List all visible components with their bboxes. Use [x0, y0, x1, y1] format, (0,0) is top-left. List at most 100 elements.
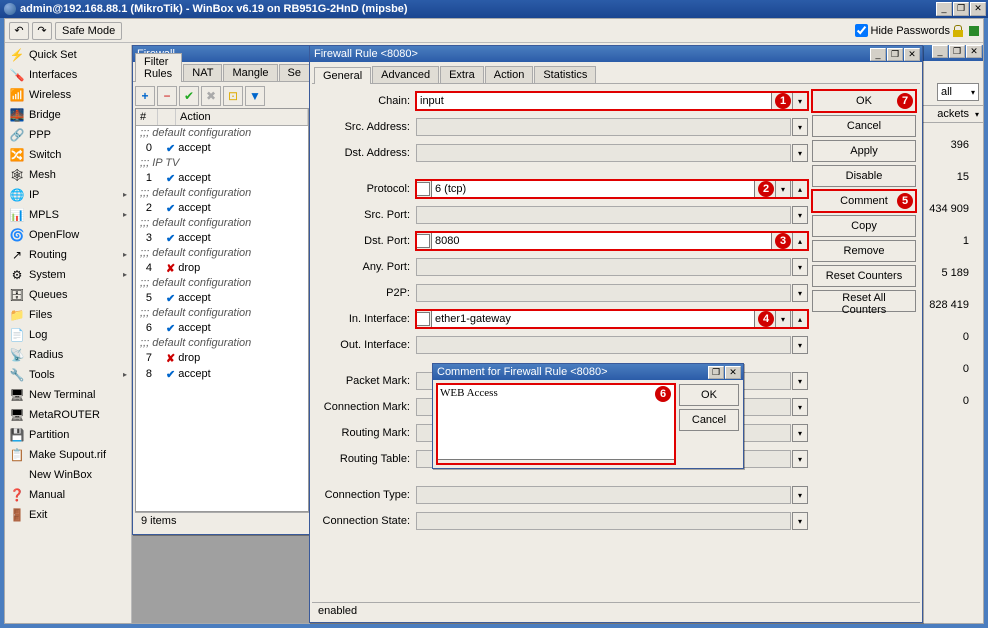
- table-row[interactable]: 8✔ accept: [136, 366, 308, 382]
- enable-button[interactable]: ✔: [179, 86, 199, 106]
- expand-button[interactable]: ▾: [792, 424, 808, 442]
- negate-checkbox[interactable]: [416, 234, 430, 248]
- table-row[interactable]: 6✔ accept: [136, 320, 308, 336]
- nav-item-queues[interactable]: 🗄Queues: [5, 285, 131, 305]
- tab-mangle[interactable]: Mangle: [223, 64, 277, 81]
- filter-button[interactable]: ▼: [245, 86, 265, 106]
- expand-button[interactable]: ▾: [792, 258, 808, 276]
- rule-close-button[interactable]: ✕: [904, 48, 920, 61]
- tab-statistics[interactable]: Statistics: [534, 66, 596, 83]
- bg-minimize-button[interactable]: _: [932, 45, 948, 58]
- safe-mode-button[interactable]: Safe Mode: [55, 22, 122, 40]
- nav-item-switch[interactable]: 🔀Switch: [5, 145, 131, 165]
- collapse-button[interactable]: ▴: [792, 180, 808, 198]
- collapse-button[interactable]: ▴: [792, 310, 808, 328]
- hide-passwords-checkbox[interactable]: [855, 24, 868, 37]
- col-action[interactable]: Action: [176, 109, 308, 125]
- tab-filter-rules[interactable]: Filter Rules: [135, 53, 182, 82]
- add-button[interactable]: +: [135, 86, 155, 106]
- nav-item-new-winbox[interactable]: New WinBox: [5, 465, 131, 485]
- nav-item-bridge[interactable]: 🌉Bridge: [5, 105, 131, 125]
- disable-button[interactable]: ✖: [201, 86, 221, 106]
- comment-textarea[interactable]: [437, 384, 675, 460]
- nav-item-exit[interactable]: 🚪Exit: [5, 505, 131, 525]
- bg-close-button[interactable]: ✕: [966, 45, 982, 58]
- nav-item-tools[interactable]: 🔧Tools▸: [5, 365, 131, 385]
- nav-item-new-terminal[interactable]: 🖥New Terminal: [5, 385, 131, 405]
- nav-item-mpls[interactable]: 📊MPLS▸: [5, 205, 131, 225]
- nav-item-system[interactable]: ⚙System▸: [5, 265, 131, 285]
- chevron-down-icon[interactable]: ▾: [971, 88, 975, 97]
- minimize-button[interactable]: _: [936, 2, 952, 16]
- tab-advanced[interactable]: Advanced: [372, 66, 439, 83]
- nav-item-files[interactable]: 📁Files: [5, 305, 131, 325]
- tab-action[interactable]: Action: [485, 66, 534, 83]
- expand-button[interactable]: ▾: [792, 206, 808, 224]
- nav-item-partition[interactable]: 💾Partition: [5, 425, 131, 445]
- col-blank[interactable]: [158, 109, 176, 125]
- tab-nat[interactable]: NAT: [183, 64, 222, 81]
- comment-cancel-button[interactable]: Cancel: [679, 409, 739, 431]
- collapse-button[interactable]: ▴: [792, 232, 808, 250]
- comment-close-button[interactable]: ✕: [725, 366, 741, 379]
- expand-button[interactable]: ▾: [792, 284, 808, 302]
- table-row[interactable]: 3✔ accept: [136, 230, 308, 246]
- nav-item-quick-set[interactable]: ⚡Quick Set: [5, 45, 131, 65]
- expand-button[interactable]: ▾: [792, 144, 808, 162]
- copy-button[interactable]: Copy: [812, 215, 916, 237]
- column-menu-icon[interactable]: ▾: [971, 110, 983, 119]
- expand-button[interactable]: ▾: [792, 512, 808, 530]
- comment-button[interactable]: ⊡: [223, 86, 243, 106]
- expand-button[interactable]: ▾: [792, 118, 808, 136]
- disable-button[interactable]: Disable: [812, 165, 916, 187]
- col-num[interactable]: #: [136, 109, 158, 125]
- nav-item-mesh[interactable]: 🕸Mesh: [5, 165, 131, 185]
- dropdown-button[interactable]: ▾: [775, 310, 791, 328]
- tab-general[interactable]: General: [314, 67, 371, 84]
- expand-button[interactable]: ▾: [792, 450, 808, 468]
- table-row[interactable]: 0✔ accept: [136, 140, 308, 156]
- packets-row[interactable]: 1: [914, 235, 983, 251]
- close-button[interactable]: ✕: [970, 2, 986, 16]
- bg-restore-button[interactable]: ❐: [949, 45, 965, 58]
- chain-input[interactable]: [416, 92, 772, 110]
- tab-se[interactable]: Se: [279, 64, 310, 81]
- reset-counters-button[interactable]: Reset Counters: [812, 265, 916, 287]
- nav-item-routing[interactable]: ↗Routing▸: [5, 245, 131, 265]
- protocol-input[interactable]: [431, 180, 755, 198]
- dropdown-button[interactable]: ▾: [775, 180, 791, 198]
- packets-row[interactable]: 0: [914, 331, 983, 347]
- remove-button[interactable]: −: [157, 86, 177, 106]
- nav-item-metarouter[interactable]: 🖥MetaROUTER: [5, 405, 131, 425]
- undo-button[interactable]: ↶: [9, 22, 29, 40]
- packets-row[interactable]: 396: [914, 139, 983, 155]
- table-row[interactable]: 5✔ accept: [136, 290, 308, 306]
- negate-checkbox[interactable]: [416, 312, 430, 326]
- rule-minimize-button[interactable]: _: [870, 48, 886, 61]
- redo-button[interactable]: ↷: [32, 22, 52, 40]
- expand-button[interactable]: ▾: [792, 372, 808, 390]
- comment-button[interactable]: Comment 5: [812, 190, 916, 212]
- nav-item-openflow[interactable]: 🌀OpenFlow: [5, 225, 131, 245]
- packets-row[interactable]: 15: [914, 171, 983, 187]
- packets-row[interactable]: 5 189: [914, 267, 983, 283]
- nav-item-radius[interactable]: 📡Radius: [5, 345, 131, 365]
- comment-restore-button[interactable]: ❐: [708, 366, 724, 379]
- firewall-grid[interactable]: # Action ;;; default configuration0✔ acc…: [135, 108, 309, 512]
- negate-checkbox[interactable]: [416, 182, 430, 196]
- expand-button[interactable]: ▾: [792, 398, 808, 416]
- expand-button[interactable]: ▾: [792, 336, 808, 354]
- packets-row[interactable]: 0: [914, 363, 983, 379]
- restore-button[interactable]: ❐: [953, 2, 969, 16]
- nav-item-make-supout.rif[interactable]: 📋Make Supout.rif: [5, 445, 131, 465]
- nav-item-ppp[interactable]: 🔗PPP: [5, 125, 131, 145]
- reset-all-counters-button[interactable]: Reset All Counters: [812, 290, 916, 312]
- table-row[interactable]: 2✔ accept: [136, 200, 308, 216]
- cancel-button[interactable]: Cancel: [812, 115, 916, 137]
- packets-row[interactable]: 828 419: [914, 299, 983, 315]
- ok-button[interactable]: OK 7: [812, 90, 916, 112]
- nav-item-manual[interactable]: ❓Manual: [5, 485, 131, 505]
- nav-item-ip[interactable]: 🌐IP▸: [5, 185, 131, 205]
- nav-item-interfaces[interactable]: 🪛Interfaces: [5, 65, 131, 85]
- table-row[interactable]: 1✔ accept: [136, 170, 308, 186]
